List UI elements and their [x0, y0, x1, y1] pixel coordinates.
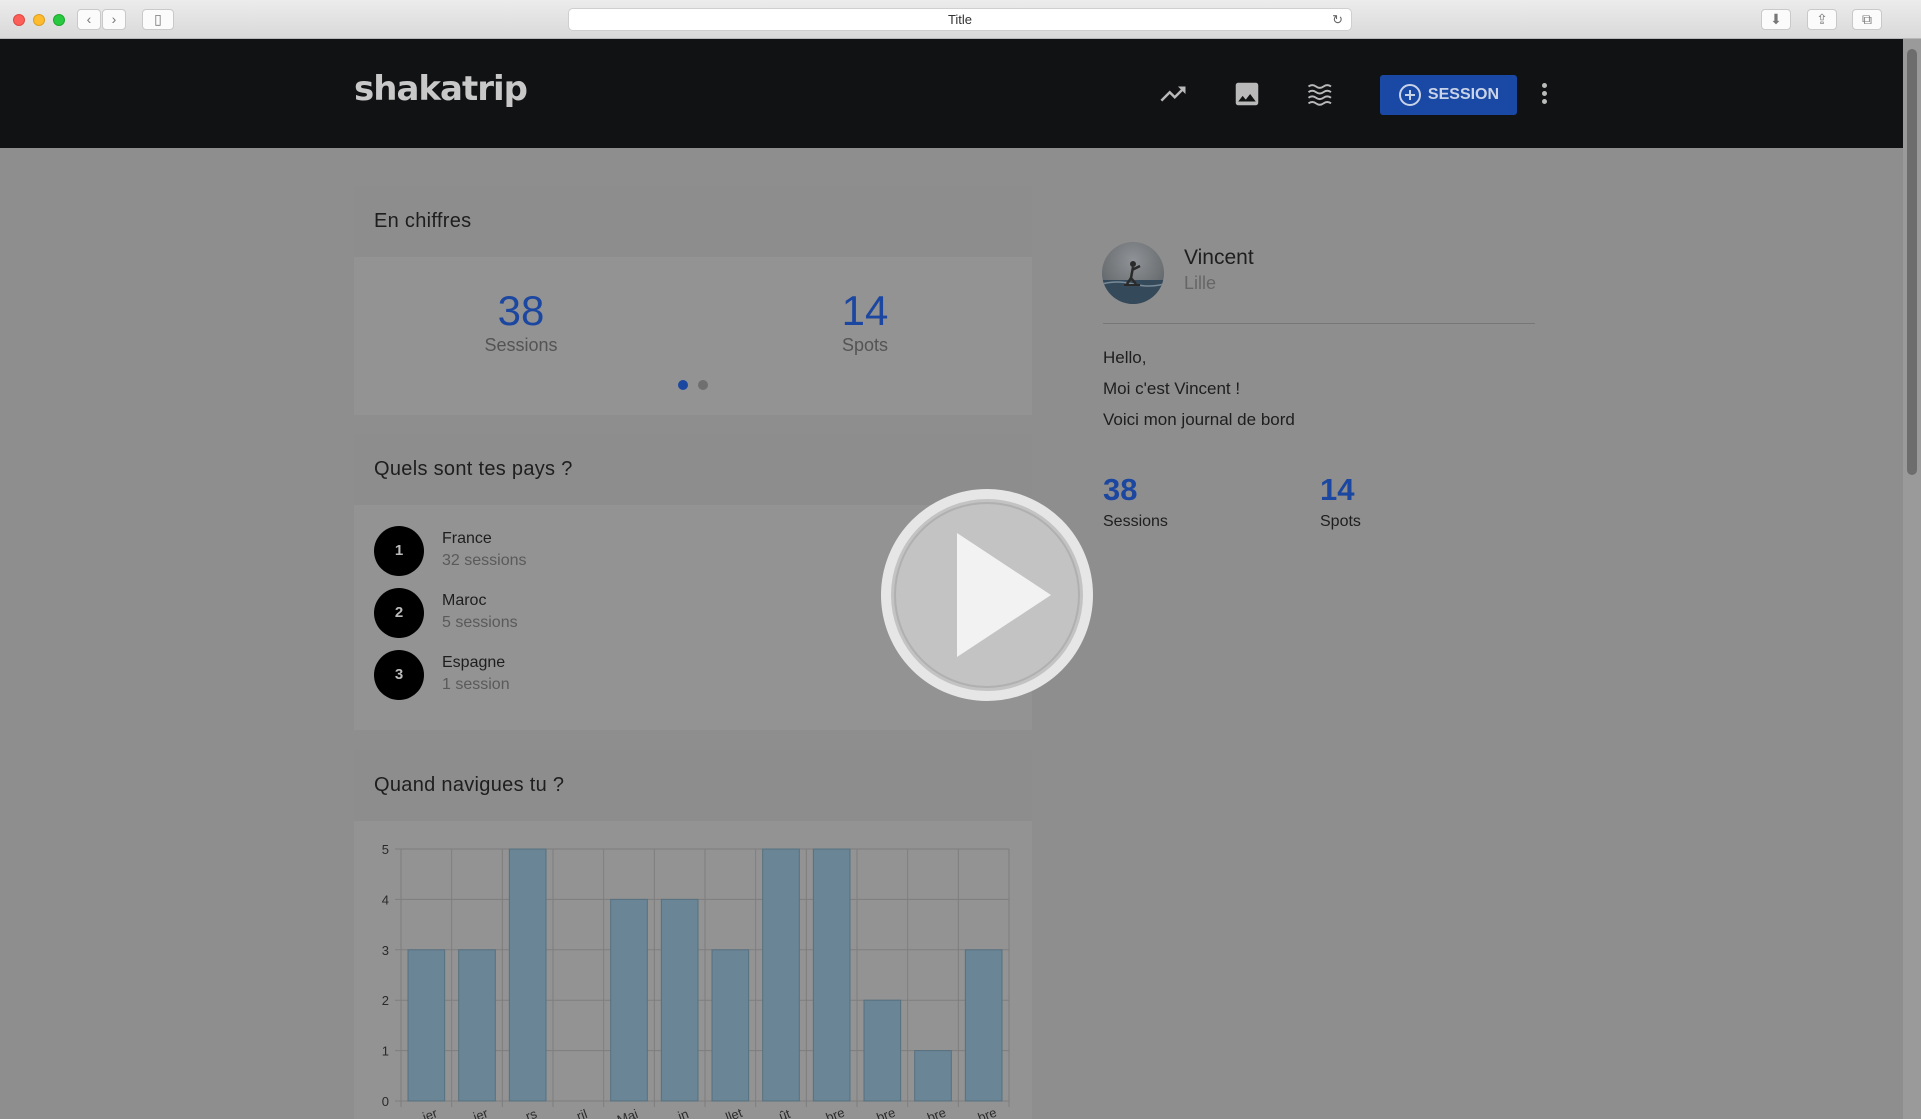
stats-card: En chiffres 38 Sessions 14 Spots: [354, 186, 1032, 415]
country-sessions: 1 session: [442, 676, 510, 693]
browser-toolbar: ‹ › ▯ Title ↻ ⬇ ⇪ ⧉: [0, 0, 1921, 39]
profile-sessions-count: 38: [1103, 472, 1138, 507]
kitesurfer-photo: [1102, 261, 1164, 304]
x-tick-label: ...llet: [713, 1105, 744, 1119]
forward-button[interactable]: ›: [102, 9, 126, 30]
rank-badge: 3: [374, 650, 424, 700]
add-circle-icon: [1398, 84, 1421, 106]
download-button[interactable]: ⬇: [1761, 9, 1791, 30]
page-scrollbar[interactable]: [1903, 39, 1921, 1119]
x-tick-label: ...ier: [461, 1105, 491, 1119]
play-video-icon[interactable]: [879, 487, 1095, 703]
x-tick-label: ...ier: [410, 1105, 440, 1119]
y-tick-label: 3: [382, 943, 389, 958]
avatar[interactable]: [1102, 242, 1164, 304]
profile-city: Lille: [1184, 273, 1217, 293]
x-tick-label: Mai: [615, 1106, 640, 1119]
profile-name: Vincent: [1184, 246, 1254, 269]
carousel-dot-2[interactable]: [698, 380, 708, 390]
country-sessions: 32 sessions: [442, 552, 527, 569]
chart-bar: [863, 999, 902, 1102]
chart-bar: [711, 949, 750, 1102]
waves-icon[interactable]: [1306, 79, 1336, 109]
months-bar-chart: 0 1 2 3 4 5 ...ier ...ier ...rs ...ril Mai ...in...…: [382, 842, 1010, 1119]
stats-spots-label: Spots: [841, 335, 889, 355]
close-window-button[interactable]: [13, 14, 25, 26]
stats-sessions-count: 38: [497, 287, 545, 334]
x-tick-label: ...rs: [513, 1106, 539, 1119]
country-name: France: [442, 530, 492, 547]
page-title: Title: [947, 12, 973, 27]
x-tick-label: ...bre: [915, 1105, 948, 1119]
y-tick-label: 5: [382, 842, 389, 857]
profile-spots-count: 14: [1320, 472, 1355, 507]
chart-bar: [610, 898, 648, 1102]
country-sessions: 5 sessions: [442, 614, 518, 631]
x-tick-label: ...in: [666, 1106, 691, 1119]
stats-card-title: En chiffres: [354, 186, 1032, 257]
stats-spots-count: 14: [841, 287, 889, 334]
logo[interactable]: shakatrip: [354, 69, 528, 109]
chart-bar: [762, 848, 800, 1102]
carousel-dot-1[interactable]: [678, 380, 688, 390]
share-button[interactable]: ⇪: [1807, 9, 1837, 30]
country-name: Espagne: [442, 654, 506, 671]
chart-bar: [964, 949, 1003, 1102]
x-tick-label: ...bre: [864, 1105, 897, 1119]
app-header: shakatrip SESSION: [0, 39, 1903, 148]
tabs-overview-button[interactable]: ⧉: [1852, 9, 1882, 30]
chart-bar: [914, 1050, 952, 1102]
scrollbar-thumb[interactable]: [1907, 49, 1917, 475]
chart-bar: [812, 848, 851, 1102]
x-tick-label: ...bre: [814, 1105, 847, 1119]
country-name: Maroc: [442, 592, 487, 609]
months-card: Quand navigues tu ? 0 1 2 3 4 5 ...ier ...ier..…: [354, 750, 1032, 1119]
bio-line: Voici mon journal de bord: [1103, 410, 1295, 429]
y-tick-label: 2: [382, 993, 389, 1008]
y-tick-label: 1: [382, 1044, 389, 1059]
months-card-title: Quand navigues tu ?: [354, 750, 1032, 821]
x-tick-label: ...bre: [966, 1105, 999, 1119]
x-tick-label: ...ril: [564, 1106, 589, 1119]
chart-bar: [508, 848, 547, 1102]
trending-up-icon[interactable]: [1158, 79, 1188, 109]
reload-icon[interactable]: ↻: [1332, 9, 1343, 30]
stats-sessions-label: Sessions: [484, 335, 558, 355]
address-bar[interactable]: Title ↻: [568, 8, 1352, 31]
back-button[interactable]: ‹: [77, 9, 101, 30]
profile-spots-label: Spots: [1320, 513, 1361, 530]
y-tick-label: 0: [382, 1094, 389, 1109]
chart-bar: [660, 898, 699, 1102]
image-icon[interactable]: [1232, 79, 1262, 109]
chart-bar: [407, 949, 446, 1102]
session-button-label: SESSION: [1427, 86, 1500, 103]
profile-sessions-label: Sessions: [1103, 513, 1168, 530]
bio-line: Hello,: [1103, 348, 1147, 367]
rank-badge: 2: [374, 588, 424, 638]
more-menu-icon[interactable]: [1538, 83, 1550, 107]
sidebar-toggle-button[interactable]: ▯: [142, 9, 174, 30]
minimize-window-button[interactable]: [33, 14, 45, 26]
chart-bar: [458, 949, 496, 1102]
maximize-window-button[interactable]: [53, 14, 65, 26]
add-session-button[interactable]: SESSION: [1380, 75, 1517, 115]
profile-divider: [1103, 323, 1535, 324]
x-tick-label: ...ût: [767, 1106, 793, 1119]
bio-line: Moi c'est Vincent !: [1103, 379, 1241, 398]
rank-badge: 1: [374, 526, 424, 576]
y-tick-label: 4: [382, 892, 389, 907]
